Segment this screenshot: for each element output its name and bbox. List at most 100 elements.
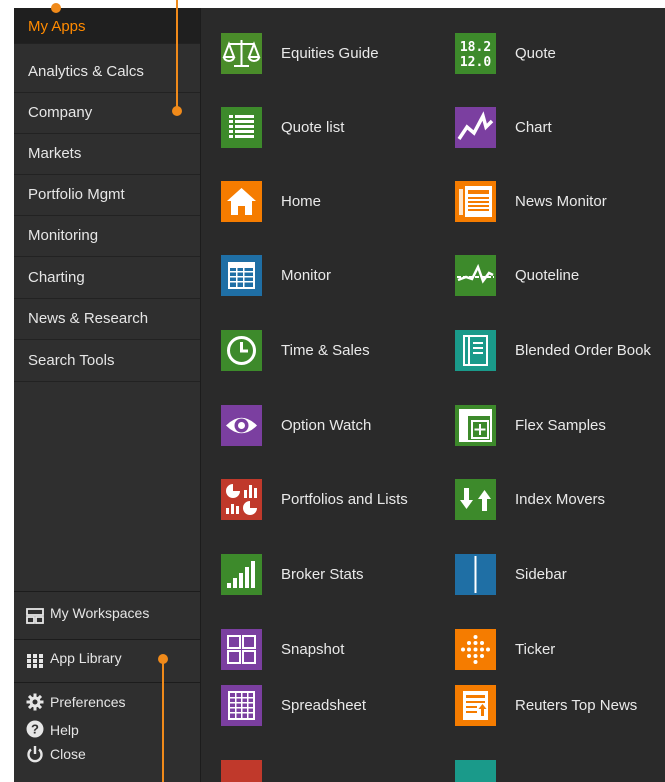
app-label: Quoteline	[515, 267, 580, 284]
sidebar-item-markets[interactable]: Markets	[14, 134, 200, 175]
dot-matrix-icon	[455, 629, 496, 670]
app-library-label: App Library	[50, 650, 122, 666]
line-chart-icon	[455, 107, 496, 148]
app-icon-partial	[455, 760, 496, 782]
preferences-button[interactable]: Preferences	[14, 689, 200, 715]
app-label: Broker Stats	[281, 566, 364, 583]
app-equities-guide[interactable]: Equities Guide	[201, 33, 431, 93]
sidebar-item-analytics-calcs[interactable]: Analytics & Calcs	[14, 52, 200, 93]
app-label: Quote	[515, 45, 556, 62]
help-label: Help	[50, 722, 79, 738]
app-label: Ticker	[515, 641, 556, 658]
app-flex-samples[interactable]: Flex Samples	[439, 405, 665, 465]
app-spreadsheet[interactable]: Spreadsheet	[201, 685, 431, 745]
help-button[interactable]: ? Help	[14, 717, 200, 743]
app-label: Monitor	[281, 267, 332, 284]
scales-icon	[221, 33, 262, 74]
power-icon	[27, 746, 43, 763]
sidebar-icon	[455, 554, 496, 595]
app-portfolios-and-lists[interactable]: Portfolios and Lists	[201, 479, 431, 539]
app-label: Chart	[515, 119, 552, 136]
app-label: Time & Sales	[281, 342, 370, 359]
annotation-dot	[172, 106, 182, 116]
list-icon	[221, 107, 262, 148]
app-monitor[interactable]: Monitor	[201, 255, 431, 315]
app-label: Blended Order Book	[515, 342, 651, 359]
annotation-line	[162, 660, 164, 782]
bar-chart-icon	[221, 554, 262, 595]
home-icon	[221, 181, 262, 222]
flex-layout-icon	[455, 405, 496, 446]
close-button[interactable]: Close	[14, 742, 200, 768]
book-icon	[455, 330, 496, 371]
quote-icon-bottom-number: 12.0	[460, 55, 491, 70]
sidebar-item-news-research[interactable]: News & Research	[14, 299, 200, 340]
app-index-movers[interactable]: Index Movers	[439, 479, 665, 539]
app-icon-partial	[221, 760, 262, 782]
sidebar-item-my-apps[interactable]: My Apps	[14, 8, 200, 44]
app-quote-list[interactable]: Quote list	[201, 107, 431, 167]
app-quoteline[interactable]: Quoteline	[439, 255, 665, 315]
app-sidebar[interactable]: Sidebar	[439, 554, 665, 614]
app-label: Flex Samples	[515, 417, 606, 434]
quote-icon-top-number: 18.2	[460, 40, 491, 55]
spreadsheet-icon	[221, 685, 262, 726]
app-home[interactable]: Home	[201, 181, 431, 241]
top-news-icon	[455, 685, 496, 726]
app-chart[interactable]: Chart	[439, 107, 665, 167]
sidebar-item-search-tools[interactable]: Search Tools	[14, 341, 200, 382]
sidebar: My Apps Analytics & Calcs Company Market…	[14, 8, 201, 782]
app-tile-partial[interactable]	[201, 760, 431, 782]
sidebar-divider	[14, 639, 200, 640]
app-tile-partial[interactable]	[439, 760, 665, 782]
help-icon: ?	[26, 720, 44, 738]
app-library-button[interactable]: App Library	[14, 641, 200, 677]
annotation-dot	[51, 3, 61, 13]
quote-numbers-icon: 18.2 12.0	[455, 33, 496, 74]
svg-text:?: ?	[31, 722, 39, 737]
app-ticker[interactable]: Ticker	[439, 629, 665, 689]
annotation-line	[176, 0, 178, 112]
app-quote[interactable]: 18.2 12.0 Quote	[439, 33, 665, 93]
sidebar-item-charting[interactable]: Charting	[14, 258, 200, 299]
app-label: Home	[281, 193, 322, 210]
my-workspaces-button[interactable]: My Workspaces	[14, 597, 200, 633]
app-reuters-top-news[interactable]: Reuters Top News	[439, 685, 665, 745]
annotation-dot	[158, 654, 168, 664]
clock-icon	[221, 330, 262, 371]
app-news-monitor[interactable]: News Monitor	[439, 181, 665, 241]
app-label: Reuters Top News	[515, 697, 638, 714]
app-time-sales[interactable]: Time & Sales	[201, 330, 431, 390]
app-option-watch[interactable]: Option Watch	[201, 405, 431, 465]
sidebar-item-monitoring[interactable]: Monitoring	[14, 216, 200, 257]
my-workspaces-label: My Workspaces	[50, 605, 150, 621]
app-label: News Monitor	[515, 193, 607, 210]
app-label: Option Watch	[281, 417, 372, 434]
sidebar-divider	[14, 682, 200, 683]
eye-icon	[221, 405, 262, 446]
close-label: Close	[50, 746, 86, 762]
app-label: Index Movers	[515, 491, 606, 508]
grid-table-icon	[221, 255, 262, 296]
app-grid-icon	[27, 654, 43, 668]
up-down-arrows-icon	[455, 479, 496, 520]
workspaces-icon	[26, 608, 44, 624]
preferences-label: Preferences	[50, 694, 126, 710]
pie-bar-charts-icon	[221, 479, 262, 520]
sidebar-divider	[14, 591, 200, 592]
app-blended-order-book[interactable]: Blended Order Book	[439, 330, 665, 390]
app-label: Equities Guide	[281, 45, 379, 62]
gear-icon	[26, 693, 44, 711]
app-label: Spreadsheet	[281, 697, 367, 714]
my-apps-panel: Equities Guide Quote list Home Monitor T…	[201, 8, 665, 782]
newspaper-icon	[455, 181, 496, 222]
four-squares-icon	[221, 629, 262, 670]
app-label: Quote list	[281, 119, 345, 136]
app-label: Sidebar	[515, 566, 567, 583]
quoteline-icon	[455, 255, 496, 296]
sidebar-item-portfolio-mgmt[interactable]: Portfolio Mgmt	[14, 175, 200, 216]
app-label: Portfolios and Lists	[281, 491, 408, 508]
app-broker-stats[interactable]: Broker Stats	[201, 554, 431, 614]
app-snapshot[interactable]: Snapshot	[201, 629, 431, 689]
app-label: Snapshot	[281, 641, 345, 658]
